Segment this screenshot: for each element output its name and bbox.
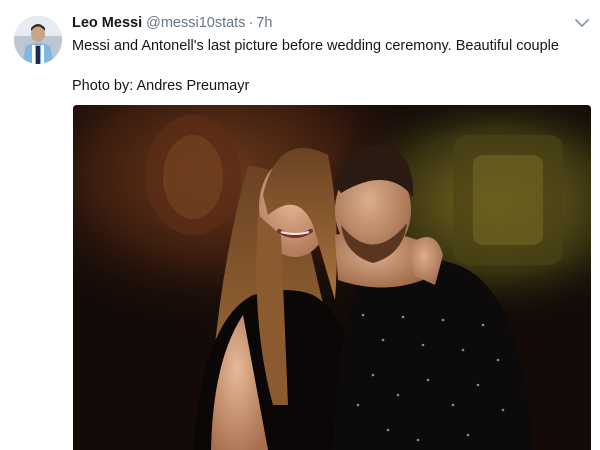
separator-dot: · xyxy=(248,15,254,31)
tweet-text: Messi and Antonell's last picture before… xyxy=(72,36,592,96)
user-handle[interactable]: @messi10stats xyxy=(146,15,245,31)
display-name[interactable]: Leo Messi xyxy=(72,15,142,31)
photo-credit: Photo by: Andres Preumayr xyxy=(72,78,250,94)
tweet-photo[interactable] xyxy=(73,105,591,450)
timestamp[interactable]: 7h xyxy=(256,15,272,31)
tweet-text-line: Messi and Antonell's last picture before… xyxy=(72,38,559,54)
tweet-card[interactable]: Leo Messi @messi10stats · 7h Messi and Anto… xyxy=(0,0,600,450)
avatar[interactable] xyxy=(14,16,62,64)
tweet-header: Leo Messi @messi10stats · 7h xyxy=(72,13,272,33)
chevron-down-icon[interactable] xyxy=(574,16,590,30)
